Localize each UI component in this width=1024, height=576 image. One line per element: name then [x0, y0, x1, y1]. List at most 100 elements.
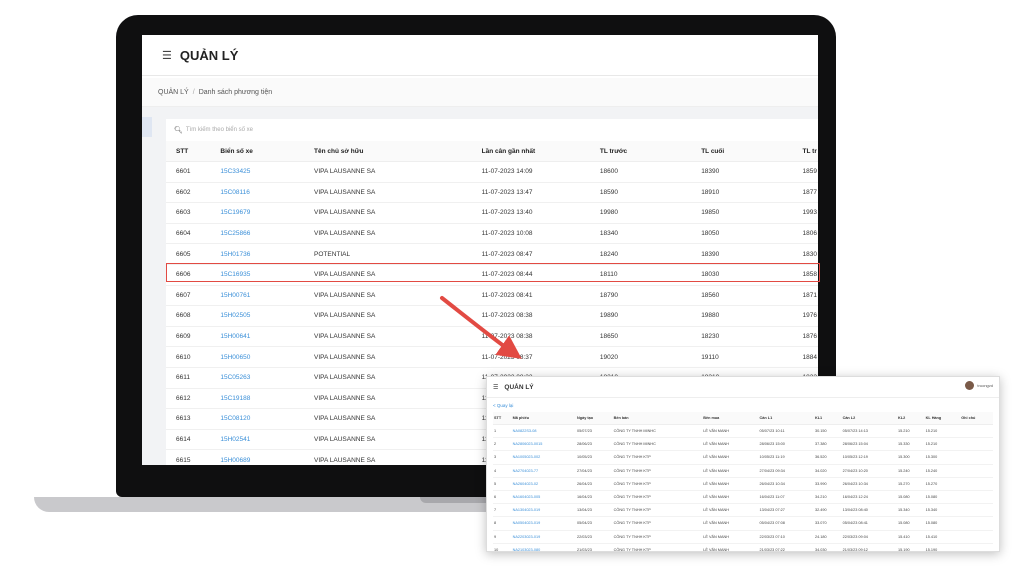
- popup-table-cell: 10/05/23 12:19: [841, 450, 898, 465]
- popup-table-cell: 5: [493, 477, 512, 491]
- popup-table-row[interactable]: 4 NA2704023-77 27/04/23 CÔNG TY TNHH KTP LÊ …: [493, 464, 993, 478]
- popup-table-cell: 22/03/23: [576, 530, 613, 544]
- popup-table-cell: 28/06/23 15:04: [841, 437, 898, 452]
- popup-column-header: Ngày tạo: [576, 412, 613, 425]
- popup-table-cell: 10: [493, 543, 512, 551]
- user-menu[interactable]: truongvd: [965, 381, 993, 390]
- popup-table-cell: 16/04/23: [576, 490, 613, 505]
- popup-table-row[interactable]: 5 NA2604023-02 26/04/23 CÔNG TY TNHH KTP LÊ …: [493, 477, 993, 491]
- back-link[interactable]: < Quay lại: [487, 398, 999, 412]
- ticket-link[interactable]: NA1604023-005: [511, 490, 577, 505]
- popup-table-row[interactable]: 1 NA0822S3-08 05/07/23 CÔNG TY TNHH MINHC LÊ…: [493, 424, 993, 439]
- popup-table-cell: 21/03/23: [576, 543, 613, 551]
- popup-table-cell: 15.270: [897, 477, 925, 491]
- popup-table-cell: 15.080: [897, 516, 925, 531]
- popup-table-cell: 34.020: [813, 464, 842, 478]
- ticket-link[interactable]: NA1005023-002: [511, 450, 577, 465]
- popup-table-cell: 15.080: [924, 516, 961, 531]
- popup-table-cell: 34.210: [813, 490, 842, 505]
- popup-table-cell: 16/04/23 12:24: [841, 490, 898, 505]
- popup-table-cell: 7: [493, 503, 512, 518]
- popup-table-cell: 15.240: [897, 464, 925, 478]
- ticket-link[interactable]: NA0822S3-08: [511, 424, 577, 439]
- popup-table-cell: 15.210: [897, 424, 925, 439]
- popup-table-cell: LÊ VĂN MANH: [702, 424, 759, 439]
- popup-table-cell: 28/06/23 15:00: [758, 437, 814, 452]
- popup-table-cell: 15.210: [924, 424, 961, 439]
- popup-table-cell: 15.190: [924, 543, 961, 551]
- popup-table-row[interactable]: 10 NA2103023-080 21/03/23 CÔNG TY TNHH KTP L…: [493, 543, 993, 551]
- popup-table-cell: 13/04/23 08:40: [841, 503, 898, 518]
- popup-column-header: KL2: [897, 412, 925, 425]
- popup-table-cell: 15.330: [897, 437, 925, 452]
- popup-column-header: KL1: [813, 412, 842, 425]
- ticket-link[interactable]: NA1304023-019: [511, 503, 577, 518]
- popup-table-cell: 21/03/23 07:22: [758, 543, 814, 551]
- popup-table-cell: 15.410: [924, 530, 961, 544]
- popup-table-cell: [960, 543, 993, 551]
- popup-table-cell: CÔNG TY TNHH KTP: [612, 450, 703, 465]
- popup-table-cell: 16/04/23 11:07: [758, 490, 814, 505]
- popup-table-cell: 9: [493, 530, 512, 544]
- popup-table-cell: 15.210: [924, 437, 961, 452]
- popup-table-cell: LÊ VĂN MANH: [702, 503, 759, 518]
- popup-table-cell: 21/03/23 09:12: [841, 543, 898, 551]
- popup-table-cell: 15.300: [897, 450, 925, 465]
- popup-table-cell: 33.070: [813, 516, 842, 531]
- ticket-link[interactable]: NA2704023-77: [511, 464, 577, 478]
- popup-column-header: Bên bán: [612, 412, 703, 425]
- popup-table-cell: 3: [493, 450, 512, 465]
- popup-table-cell: LÊ VĂN MANH: [702, 490, 759, 505]
- popup-column-header: KL Hàng: [924, 412, 961, 425]
- ticket-link[interactable]: NA2203023-019: [511, 530, 577, 544]
- ticket-link[interactable]: NA2604023-02: [511, 477, 577, 491]
- popup-column-header: Ghi chú: [960, 412, 993, 425]
- popup-table-cell: 22/03/23 07:10: [758, 530, 814, 544]
- popup-table-cell: 33.990: [813, 477, 842, 491]
- popup-table-row[interactable]: 9 NA2203023-019 22/03/23 CÔNG TY TNHH KTP LÊ…: [493, 530, 993, 544]
- popup-table-cell: LÊ VĂN MANH: [702, 530, 759, 544]
- popup-table-cell: 15.410: [897, 530, 925, 544]
- popup-table-row[interactable]: 3 NA1005023-002 10/05/23 CÔNG TY TNHH KTP LÊ…: [493, 450, 993, 465]
- popup-table-cell: LÊ VĂN MANH: [702, 437, 759, 452]
- popup-table-cell: 15.240: [924, 464, 961, 478]
- popup-table-cell: 8: [493, 516, 512, 531]
- popup-table-cell: 05/07/23 10:11: [758, 424, 814, 439]
- popup-table-cell: [960, 530, 993, 544]
- popup-table-cell: 10/05/23: [576, 450, 613, 465]
- popup-table-row[interactable]: 8 NA0504023-019 05/04/23 CÔNG TY TNHH KTP LÊ…: [493, 516, 993, 531]
- popup-header: ☰ QUẢN LÝ truongvd: [487, 377, 999, 398]
- popup-table-cell: 05/04/23 08:41: [841, 516, 898, 531]
- popup-table-row[interactable]: 2 NA2806023-0015 28/06/23 CÔNG TY TNHH MINH…: [493, 437, 993, 452]
- popup-table-cell: 22/03/23 09:04: [841, 530, 898, 544]
- popup-table-cell: 1: [493, 424, 512, 439]
- weigh-ticket-popup: ☰ QUẢN LÝ truongvd < Quay lại STT Mã phiế…: [486, 376, 1000, 552]
- popup-table-cell: 13/04/23 07:27: [758, 503, 814, 518]
- popup-table-row[interactable]: 6 NA1604023-005 16/04/23 CÔNG TY TNHH KTP LÊ…: [493, 490, 993, 505]
- popup-table-cell: [960, 437, 993, 452]
- popup-table-cell: 15.190: [897, 543, 925, 551]
- popup-table-cell: 05/04/23: [576, 516, 613, 531]
- popup-table-cell: 24.180: [813, 530, 842, 544]
- popup-table-cell: 05/04/23 07:08: [758, 516, 814, 531]
- popup-table-cell: 30.150: [813, 424, 842, 439]
- popup-table-cell: 05/07/23 14:13: [841, 424, 898, 439]
- ticket-link[interactable]: NA2103023-080: [511, 543, 577, 551]
- popup-table-cell: 26/04/23 10:34: [758, 477, 814, 491]
- popup-table-cell: [960, 516, 993, 531]
- popup-table-cell: [960, 464, 993, 478]
- avatar: [965, 381, 975, 390]
- popup-table-cell: CÔNG TY TNHH KTP: [612, 477, 703, 491]
- popup-table-cell: LÊ VĂN MANH: [702, 464, 759, 478]
- ticket-link[interactable]: NA2806023-0015: [511, 437, 577, 452]
- popup-table-cell: LÊ VĂN MANH: [702, 477, 759, 491]
- popup-table-cell: 26/04/23: [576, 477, 613, 491]
- ticket-link[interactable]: NA0504023-019: [511, 516, 577, 531]
- popup-table-cell: CÔNG TY TNHH MINHC: [612, 437, 703, 452]
- popup-hamburger-icon[interactable]: ☰: [493, 384, 498, 391]
- popup-table-row[interactable]: 7 NA1304023-019 13/04/23 CÔNG TY TNHH KTP LÊ…: [493, 503, 993, 518]
- popup-table-cell: 15.270: [924, 477, 961, 491]
- popup-table-cell: 05/07/23: [576, 424, 613, 439]
- popup-table-cell: 28/06/23: [576, 437, 613, 452]
- popup-table-cell: 15.300: [924, 450, 961, 465]
